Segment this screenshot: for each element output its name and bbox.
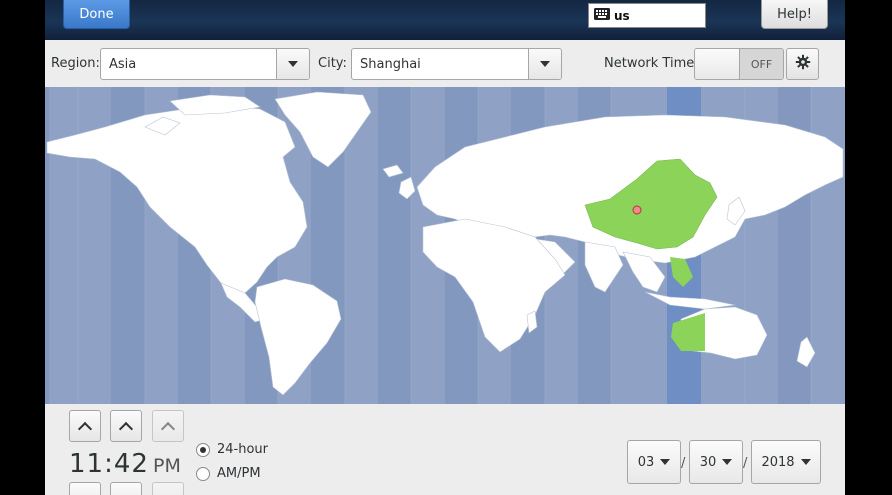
meridiem-up-button[interactable] <box>152 410 184 442</box>
meridiem-value: PM <box>153 455 181 477</box>
chevron-up-icon <box>160 421 176 436</box>
network-time-switch[interactable]: OFF <box>694 48 784 80</box>
switch-knob[interactable] <box>695 49 740 79</box>
format-ampm-radio[interactable]: AM/PM <box>196 466 261 481</box>
hour-up-button[interactable] <box>69 410 101 442</box>
hour-down-button[interactable] <box>69 482 101 495</box>
date-separator: / <box>743 456 748 471</box>
region-value: Asia <box>109 56 137 72</box>
radio-indicator[interactable] <box>196 442 210 457</box>
city-label: City: <box>318 56 347 71</box>
chevron-down-icon <box>800 459 811 465</box>
minute-down-button[interactable] <box>110 482 142 495</box>
date-time-panel: Done us Help! Region: Asia City: Shangha… <box>45 0 845 495</box>
window-frame: Done us Help! Region: Asia City: Shangha… <box>0 0 892 495</box>
done-button[interactable]: Done <box>63 0 130 29</box>
city-select[interactable]: Shanghai <box>351 48 562 80</box>
day-value: 30 <box>699 454 717 470</box>
minute-up-button[interactable] <box>110 410 142 442</box>
keyboard-layout-indicator[interactable]: us <box>588 3 706 28</box>
keyboard-icon <box>594 8 614 23</box>
header-bar: Done us Help! <box>45 0 845 40</box>
city-marker-icon[interactable] <box>632 205 642 215</box>
day-select[interactable]: 30 <box>689 440 743 484</box>
chevron-up-icon <box>118 421 134 436</box>
city-value: Shanghai <box>360 56 421 72</box>
timezone-toolbar: Region: Asia City: Shanghai Network Time… <box>45 40 845 87</box>
region-label: Region: <box>51 56 100 71</box>
radio-indicator[interactable] <box>196 466 210 481</box>
date-separator: / <box>681 456 686 471</box>
network-time-label: Network Time <box>604 56 695 71</box>
region-select[interactable]: Asia <box>100 48 310 80</box>
hours-value: 11 <box>69 449 105 479</box>
year-select[interactable]: 2018 <box>751 440 821 484</box>
chevron-down-icon <box>540 61 550 67</box>
ntp-settings-button[interactable] <box>786 48 819 80</box>
chevron-up-icon <box>77 421 93 436</box>
format-ampm-label: AM/PM <box>217 466 261 481</box>
time-separator: : <box>104 449 114 479</box>
help-button[interactable]: Help! <box>761 0 828 29</box>
month-value: 03 <box>637 454 655 470</box>
time-date-controls: 11:42 PM 24-hour AM/PM 03 / 30 / 2018 <box>45 404 845 495</box>
switch-state: OFF <box>740 49 783 79</box>
region-dropdown-arrow[interactable] <box>276 49 309 79</box>
year-value: 2018 <box>761 454 795 470</box>
timezone-map[interactable] <box>45 87 845 404</box>
month-select[interactable]: 03 <box>627 440 681 484</box>
time-display: 11:42 <box>69 449 149 479</box>
chevron-down-icon <box>288 61 298 67</box>
format-24h-label: 24-hour <box>217 442 269 457</box>
chevron-down-icon <box>722 459 733 465</box>
world-map[interactable] <box>45 87 845 404</box>
minutes-value: 42 <box>113 449 149 479</box>
keyboard-layout-label: us <box>614 8 630 23</box>
meridiem-down-button[interactable] <box>152 482 184 495</box>
format-24h-radio[interactable]: 24-hour <box>196 442 268 457</box>
gear-icon <box>795 54 811 74</box>
chevron-down-icon <box>660 459 671 465</box>
city-dropdown-arrow[interactable] <box>528 49 561 79</box>
